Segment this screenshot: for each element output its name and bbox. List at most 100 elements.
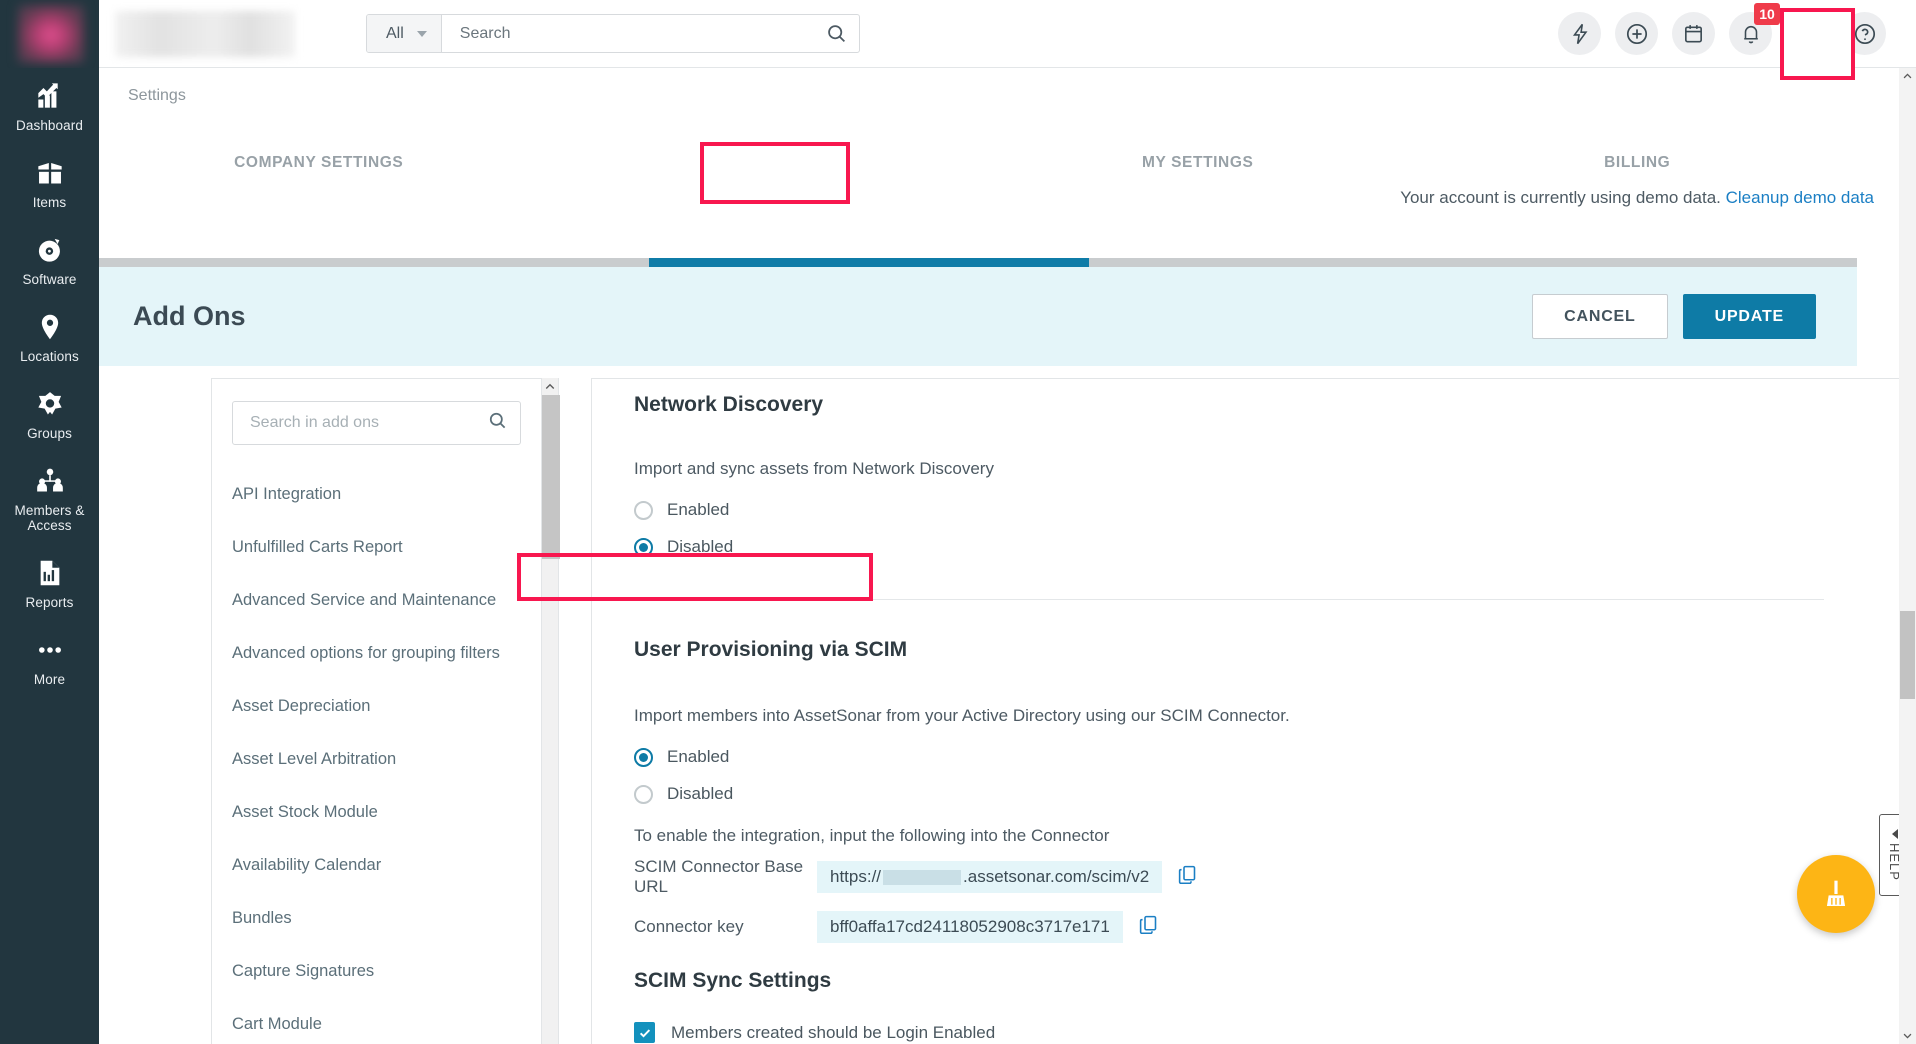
addons-search-input[interactable] bbox=[250, 414, 488, 432]
sidebar-item-label: Software bbox=[22, 272, 76, 287]
option-label: Disabled bbox=[667, 784, 733, 804]
sidebar-item-dashboard[interactable]: Dashboard bbox=[0, 68, 99, 145]
list-item[interactable]: Asset Depreciation bbox=[212, 680, 541, 733]
settings-tabs: COMPANY SETTINGS ADD ONS MY SETTINGS BIL… bbox=[99, 154, 1857, 192]
bell-icon[interactable]: 10 bbox=[1729, 12, 1772, 55]
list-item[interactable]: Availability Calendar bbox=[212, 839, 541, 892]
list-item[interactable]: Asset Stock Module bbox=[212, 786, 541, 839]
scim-enabled-option[interactable]: Enabled bbox=[634, 747, 1824, 767]
radio-button[interactable] bbox=[634, 785, 653, 804]
addons-list-panel: API Integration Unfulfilled Carts Report… bbox=[211, 378, 541, 1044]
copy-icon[interactable] bbox=[1177, 864, 1198, 890]
scrollbar-thumb[interactable] bbox=[542, 395, 560, 559]
tab-my-settings[interactable]: MY SETTINGS bbox=[978, 154, 1418, 192]
scim-disabled-option[interactable]: Disabled bbox=[634, 784, 1824, 804]
network-discovery-heading: Network Discovery bbox=[634, 393, 1824, 417]
main-sidebar: Dashboard Items Software Locations Group… bbox=[0, 0, 99, 1044]
notification-badge: 10 bbox=[1754, 3, 1780, 25]
list-item[interactable]: Asset Level Arbitration bbox=[212, 733, 541, 786]
sync-option-login-enabled[interactable]: Members created should be Login Enabled bbox=[634, 1022, 1824, 1043]
scroll-up-icon[interactable] bbox=[1899, 68, 1916, 85]
lightning-icon[interactable] bbox=[1558, 12, 1601, 55]
scroll-down-icon[interactable] bbox=[1899, 1027, 1916, 1044]
network-discovery-enabled-option[interactable]: Enabled bbox=[634, 500, 1824, 520]
broom-icon bbox=[1820, 878, 1852, 910]
search-icon[interactable] bbox=[813, 15, 859, 52]
sidebar-item-locations[interactable]: Locations bbox=[0, 299, 99, 376]
page-title: Add Ons bbox=[133, 301, 246, 332]
radio-button[interactable] bbox=[634, 538, 653, 557]
search-icon[interactable] bbox=[488, 411, 507, 435]
sidebar-item-items[interactable]: Items bbox=[0, 145, 99, 222]
scim-base-url-row: SCIM Connector Base URL https://.assetso… bbox=[634, 857, 1824, 897]
page-scrollbar[interactable] bbox=[1899, 68, 1916, 1044]
gear-icon[interactable] bbox=[1786, 12, 1829, 55]
scim-description: Import members into AssetSonar from your… bbox=[634, 706, 1824, 726]
ellipsis-icon bbox=[35, 635, 65, 665]
question-circle-icon[interactable] bbox=[1843, 12, 1886, 55]
sidebar-item-label: Groups bbox=[27, 426, 72, 441]
scim-sync-settings-heading: SCIM Sync Settings bbox=[634, 969, 1824, 993]
section-divider bbox=[634, 599, 1824, 600]
header-action-buttons: CANCEL UPDATE bbox=[1532, 294, 1816, 339]
list-item[interactable]: Advanced Service and Maintenance bbox=[212, 574, 541, 627]
scim-instruction: To enable the integration, input the fol… bbox=[634, 826, 1824, 846]
option-label: Members created should be Login Enabled bbox=[671, 1023, 995, 1043]
network-discovery-disabled-option[interactable]: Disabled bbox=[634, 537, 1824, 557]
calendar-icon[interactable] bbox=[1672, 12, 1715, 55]
company-logo[interactable] bbox=[0, 0, 99, 68]
list-item[interactable]: Capture Signatures bbox=[212, 945, 541, 998]
tab-billing[interactable]: BILLING bbox=[1418, 154, 1858, 192]
box-icon bbox=[35, 158, 65, 188]
plus-circle-icon[interactable] bbox=[1615, 12, 1658, 55]
scim-connector-key-row: Connector key bff0affa17cd24118052908c37… bbox=[634, 911, 1824, 943]
list-item[interactable]: Unfulfilled Carts Report bbox=[212, 521, 541, 574]
addons-header-bar: Add Ons CANCEL UPDATE bbox=[99, 267, 1857, 366]
search-scope-label: All bbox=[386, 25, 404, 43]
sidebar-item-software[interactable]: Software bbox=[0, 222, 99, 299]
scrollbar-thumb[interactable] bbox=[1900, 611, 1915, 699]
list-item[interactable]: API Integration bbox=[212, 468, 541, 521]
base-url-prefix: https:// bbox=[830, 867, 881, 887]
company-name-blurred bbox=[115, 11, 295, 57]
header-icon-group: 10 bbox=[1558, 12, 1916, 55]
radio-button[interactable] bbox=[634, 501, 653, 520]
map-pin-icon bbox=[35, 312, 65, 342]
sidebar-item-label: Items bbox=[33, 195, 67, 210]
option-label: Disabled bbox=[667, 537, 733, 557]
tab-add-ons[interactable]: ADD ONS bbox=[539, 154, 979, 192]
cleanup-fab-button[interactable] bbox=[1797, 855, 1875, 933]
sidebar-item-reports[interactable]: Reports bbox=[0, 545, 99, 622]
settings-page: Settings Your account is currently using… bbox=[99, 68, 1916, 1044]
cancel-button[interactable]: CANCEL bbox=[1532, 294, 1667, 339]
update-button[interactable]: UPDATE bbox=[1683, 294, 1816, 339]
scim-connector-key-value[interactable]: bff0affa17cd24118052908c3717e171 bbox=[817, 911, 1123, 943]
active-tab-indicator bbox=[649, 258, 1089, 267]
list-item[interactable]: Cart Module bbox=[212, 998, 541, 1044]
scim-base-url-label: SCIM Connector Base URL bbox=[634, 857, 817, 897]
network-discovery-description: Import and sync assets from Network Disc… bbox=[634, 459, 1824, 479]
sidebar-item-members-access[interactable]: Members & Access bbox=[0, 453, 99, 545]
checkbox[interactable] bbox=[634, 1022, 655, 1043]
copy-icon[interactable] bbox=[1138, 914, 1159, 940]
search-scope-dropdown[interactable]: All bbox=[367, 15, 442, 52]
triangle-left-icon bbox=[1892, 829, 1898, 839]
list-item[interactable]: Bundles bbox=[212, 892, 541, 945]
tab-company-settings[interactable]: COMPANY SETTINGS bbox=[99, 154, 539, 192]
scim-base-url-value[interactable]: https://.assetsonar.com/scim/v2 bbox=[817, 861, 1162, 893]
sidebar-item-groups[interactable]: Groups bbox=[0, 376, 99, 453]
sidebar-item-label: More bbox=[34, 672, 65, 687]
report-document-icon bbox=[35, 558, 65, 588]
search-input[interactable] bbox=[442, 25, 813, 43]
addons-list-scrollbar[interactable] bbox=[541, 378, 559, 1044]
scim-heading: User Provisioning via SCIM bbox=[634, 638, 1824, 662]
logo-image bbox=[18, 5, 84, 63]
breadcrumb[interactable]: Settings bbox=[128, 87, 186, 105]
list-item[interactable]: Advanced options for grouping filters bbox=[212, 627, 541, 680]
scim-connector-key-label: Connector key bbox=[634, 917, 817, 937]
addons-search-box bbox=[232, 401, 521, 445]
sidebar-item-more[interactable]: More bbox=[0, 622, 99, 699]
radio-button[interactable] bbox=[634, 748, 653, 767]
scroll-up-icon[interactable] bbox=[542, 378, 558, 395]
redacted-subdomain bbox=[883, 870, 961, 885]
